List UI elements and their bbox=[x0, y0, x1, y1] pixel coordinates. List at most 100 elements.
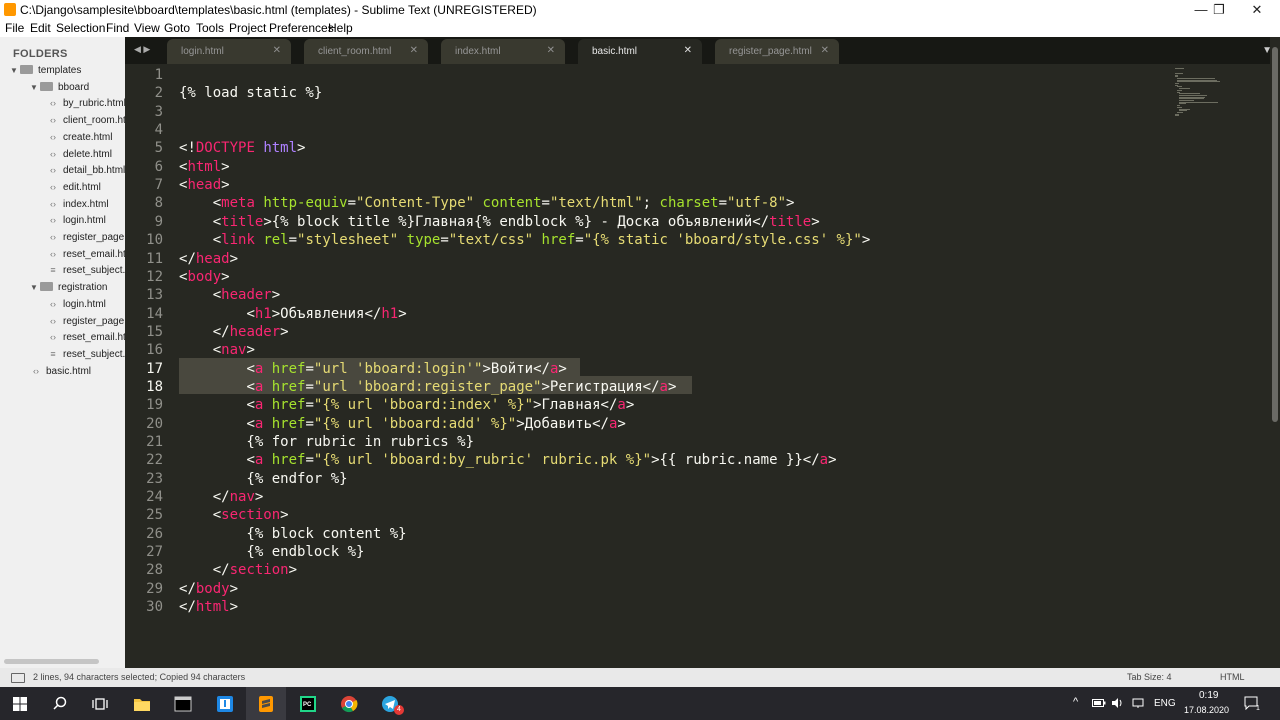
search-button[interactable] bbox=[40, 687, 80, 720]
code-line[interactable]: </html> bbox=[179, 598, 238, 616]
sidebar-file[interactable]: ‹› index.html bbox=[47, 199, 125, 215]
syntax-indicator[interactable]: HTML bbox=[1220, 672, 1245, 682]
menu-selection[interactable]: Selection bbox=[56, 21, 105, 35]
volume-icon[interactable] bbox=[1111, 697, 1123, 709]
code-line[interactable]: <body> bbox=[179, 268, 230, 286]
code-line[interactable]: <section> bbox=[179, 506, 289, 524]
start-button[interactable] bbox=[0, 687, 40, 720]
tab-index[interactable]: index.html ✕ bbox=[441, 39, 565, 64]
code-line[interactable]: {% for rubric in rubrics %} bbox=[179, 433, 474, 451]
battery-icon[interactable] bbox=[1092, 699, 1106, 707]
clock-date[interactable]: 17.08.2020 bbox=[1184, 705, 1229, 715]
tab-nav-arrows[interactable]: ◀ ▶ bbox=[134, 44, 150, 55]
code-editor[interactable]: 1 2 3 4 5 6 7 8 9 10 11 12 13 14 15 16 17 18 19 20 21 22 23 24 2… bbox=[125, 64, 1270, 668]
code-line[interactable]: <head> bbox=[179, 176, 230, 194]
minimap[interactable] bbox=[1175, 64, 1255, 124]
sidebar-file[interactable]: ‹› register_page.html bbox=[47, 316, 125, 332]
sidebar-file[interactable]: ‹› delete.html bbox=[47, 149, 125, 165]
tab-close-icon[interactable]: ✕ bbox=[684, 45, 692, 56]
menu-view[interactable]: View bbox=[134, 21, 160, 35]
editor-scrollbar[interactable] bbox=[1270, 37, 1280, 668]
code-line[interactable]: {% load static %} bbox=[179, 84, 322, 102]
tab-basic[interactable]: basic.html ✕ bbox=[578, 39, 702, 64]
sidebar-file[interactable]: ‹› reset_email.html bbox=[47, 332, 125, 348]
maximize-button[interactable]: ❐ bbox=[1199, 0, 1239, 20]
menu-preferences[interactable]: Preferences bbox=[269, 21, 334, 35]
sidebar-scrollbar[interactable] bbox=[4, 659, 99, 664]
sidebar-file[interactable]: ‹› register_page.html bbox=[47, 232, 125, 248]
sidebar-file[interactable]: ‹› reset_email.html bbox=[47, 249, 125, 265]
sidebar-file[interactable]: ‹› login.html bbox=[47, 215, 125, 231]
line-number: 29 bbox=[146, 580, 163, 597]
expand-arrow-icon[interactable]: ▼ bbox=[10, 66, 20, 75]
sidebar-file[interactable]: ‹› by_rubric.html bbox=[47, 98, 125, 114]
tab-close-icon[interactable]: ✕ bbox=[410, 45, 418, 56]
network-icon[interactable] bbox=[1132, 697, 1144, 709]
code-line[interactable]: <a href="{% url 'bboard:by_rubric' rubri… bbox=[179, 451, 836, 469]
code-line[interactable]: </body> bbox=[179, 580, 238, 598]
sidebar-file[interactable]: ‹› login.html bbox=[47, 299, 125, 315]
code-line[interactable]: <link rel="stylesheet" type="text/css" h… bbox=[179, 231, 871, 249]
sidebar-folder[interactable]: ▼ bboard bbox=[30, 81, 125, 98]
sidebar-file[interactable]: ‹› basic.html bbox=[30, 366, 125, 382]
code-line[interactable]: <a href="{% url 'bboard:add' %}">Добавит… bbox=[179, 415, 625, 433]
code-line[interactable]: <meta http-equiv="Content-Type" content=… bbox=[179, 194, 795, 212]
sidebar-folder[interactable]: ▼ registration bbox=[30, 282, 125, 298]
sidebar-file[interactable]: ‹› detail_bb.html bbox=[47, 165, 125, 181]
code-line[interactable]: </head> bbox=[179, 250, 238, 268]
sidebar-file[interactable]: ‹› edit.html bbox=[47, 182, 125, 198]
tab-register-page[interactable]: register_page.html ✕ bbox=[715, 39, 839, 64]
sublime-text-taskbar-button[interactable] bbox=[246, 687, 286, 720]
tab-login[interactable]: login.html ✕ bbox=[167, 39, 291, 64]
tab-close-icon[interactable]: ✕ bbox=[821, 45, 829, 56]
tab-client-room[interactable]: client_room.html ✕ bbox=[304, 39, 428, 64]
code-file-icon: ‹› bbox=[50, 98, 56, 109]
code-line[interactable]: {% endfor %} bbox=[179, 470, 347, 488]
code-line[interactable]: {% endblock %} bbox=[179, 543, 364, 561]
clock-time[interactable]: 0:19 bbox=[1199, 690, 1218, 701]
app-button[interactable] bbox=[205, 687, 245, 720]
code-line[interactable]: </section> bbox=[179, 561, 297, 579]
scrollbar-thumb[interactable] bbox=[1272, 47, 1278, 422]
menu-file[interactable]: File bbox=[5, 21, 24, 35]
pycharm-button[interactable]: PC bbox=[288, 687, 328, 720]
code-line[interactable]: <a href="url 'bboard:login'">Войти</a> bbox=[179, 360, 566, 378]
expand-arrow-icon[interactable]: ▼ bbox=[30, 283, 40, 292]
code-line[interactable]: <h1>Объявления</h1> bbox=[179, 305, 406, 323]
sidebar-folder[interactable]: ▼ templates bbox=[10, 65, 125, 81]
tab-size-indicator[interactable]: Tab Size: 4 bbox=[1127, 672, 1172, 682]
chrome-button[interactable] bbox=[329, 687, 369, 720]
menu-help[interactable]: Help bbox=[328, 21, 353, 35]
task-view-button[interactable] bbox=[80, 687, 120, 720]
expand-arrow-icon[interactable]: ▼ bbox=[30, 83, 40, 92]
menu-tools[interactable]: Tools bbox=[196, 21, 224, 35]
tab-close-icon[interactable]: ✕ bbox=[547, 45, 555, 56]
sidebar-file[interactable]: ≡ reset_subject.txt bbox=[47, 349, 125, 365]
telegram-button[interactable]: 4 bbox=[370, 687, 410, 720]
code-line[interactable]: <a href="url 'bboard:register_page">Реги… bbox=[179, 378, 676, 396]
code-line[interactable]: <!DOCTYPE html> bbox=[179, 139, 305, 157]
code-line[interactable]: <title>{% block title %}Главная{% endblo… bbox=[179, 213, 820, 231]
language-indicator[interactable]: ENG bbox=[1154, 698, 1176, 709]
code-line[interactable]: {% block content %} bbox=[179, 525, 406, 543]
code-line[interactable]: </nav> bbox=[179, 488, 264, 506]
menu-project[interactable]: Project bbox=[229, 21, 266, 35]
menu-goto[interactable]: Goto bbox=[164, 21, 190, 35]
code-line[interactable]: <nav> bbox=[179, 341, 255, 359]
code-line[interactable]: </header> bbox=[179, 323, 289, 341]
code-line[interactable]: <html> bbox=[179, 158, 230, 176]
sidebar-file[interactable]: ‹› create.html bbox=[47, 132, 125, 148]
tray-overflow-icon[interactable]: ^ bbox=[1073, 696, 1078, 708]
menu-find[interactable]: Find bbox=[106, 21, 129, 35]
code-line[interactable]: <a href="{% url 'bboard:index' %}">Главн… bbox=[179, 396, 634, 414]
terminal-button[interactable] bbox=[163, 687, 203, 720]
tab-close-icon[interactable]: ✕ bbox=[273, 45, 281, 56]
file-explorer-button[interactable] bbox=[122, 687, 162, 720]
panel-toggle-icon[interactable] bbox=[11, 673, 25, 683]
close-button[interactable]: ✕ bbox=[1237, 0, 1277, 20]
sidebar-file[interactable]: ‹› client_room.html bbox=[47, 115, 125, 131]
sidebar-file[interactable]: ≡ reset_subject.txt bbox=[47, 265, 125, 281]
sidebar-item-label: registration bbox=[58, 282, 108, 294]
menu-edit[interactable]: Edit bbox=[30, 21, 51, 35]
code-line[interactable]: <header> bbox=[179, 286, 280, 304]
